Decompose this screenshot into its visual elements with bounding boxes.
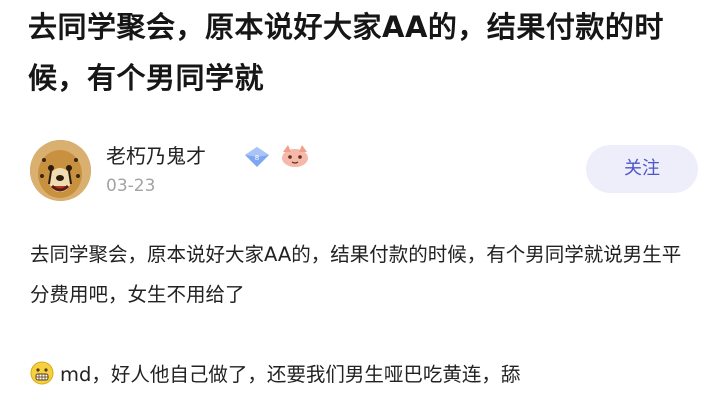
post-page: 去同学聚会，原本说好大家AA的，结果付款的时候，有个男同学就 老朽乃鬼才 8 0… (0, 0, 720, 405)
post-paragraph-1: 去同学聚会，原本说好大家AA的，结果付款的时候，有个男同学就说男生平分费用吧，女… (30, 243, 682, 306)
cheetah-avatar-icon (30, 140, 91, 201)
blue-diamond-icon: 8 (244, 146, 270, 168)
grimacing-emoji-icon (30, 359, 54, 385)
post-paragraph-2-text: md，好人他自己做了，还要我们男生哑巴吃黄连，舔 (60, 363, 521, 386)
post-title: 去同学聚会，原本说好大家AA的，结果付款的时候，有个男同学就 (28, 10, 664, 95)
post-date: 03-23 (106, 176, 156, 196)
follow-button[interactable]: 关注 (586, 145, 698, 193)
svg-text:8: 8 (255, 154, 259, 162)
post-paragraph-2: md，好人他自己做了，还要我们男生哑巴吃黄连，舔 (30, 355, 700, 395)
author-row: 老朽乃鬼才 8 03-23 关注 (30, 138, 700, 202)
author-name[interactable]: 老朽乃鬼才 (106, 142, 206, 170)
cat-face-icon (280, 144, 310, 168)
avatar[interactable] (30, 140, 91, 201)
